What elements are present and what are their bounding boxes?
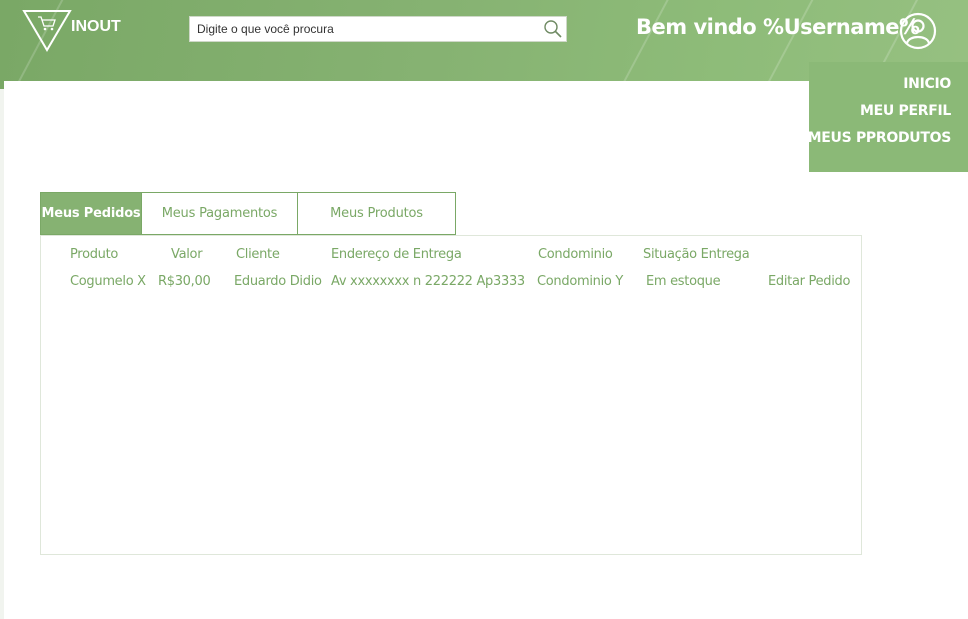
column-header-condominio: Condominio bbox=[538, 247, 613, 262]
welcome-message: Bem vindo %Username% bbox=[636, 15, 920, 39]
user-menu: INICIO MEU PERFIL MEUS PPRODUTOS bbox=[808, 62, 968, 172]
menu-item-meu-perfil[interactable]: MEU PERFIL bbox=[860, 103, 951, 119]
left-strip bbox=[0, 0, 4, 619]
column-header-produto: Produto bbox=[70, 247, 119, 262]
column-header-valor: Valor bbox=[171, 247, 203, 262]
column-header-cliente: Cliente bbox=[236, 247, 280, 262]
cell-valor: R$30,00 bbox=[158, 274, 211, 289]
cell-condominio: Condominio Y bbox=[537, 274, 624, 289]
header-decoration bbox=[602, 0, 680, 81]
tab-meus-pedidos[interactable]: Meus Pedidos bbox=[40, 192, 142, 235]
menu-item-inicio[interactable]: INICIO bbox=[903, 76, 951, 92]
search-box bbox=[189, 16, 567, 42]
cart-triangle-logo-icon bbox=[22, 10, 72, 52]
header-edge bbox=[0, 81, 4, 89]
search-input[interactable] bbox=[190, 17, 530, 41]
logo-text: INOUT bbox=[71, 18, 121, 35]
page: INOUT Bem vindo %Username% INICIO MEU PE… bbox=[0, 0, 968, 619]
column-header-endereco: Endereço de Entrega bbox=[331, 247, 462, 262]
user-avatar-icon[interactable] bbox=[899, 12, 937, 50]
cell-situacao: Em estoque bbox=[646, 274, 721, 289]
column-header-situacao: Situação Entrega bbox=[643, 247, 750, 262]
orders-panel: Produto Valor Cliente Endereço de Entreg… bbox=[40, 235, 862, 555]
tab-meus-produtos[interactable]: Meus Produtos bbox=[297, 192, 456, 235]
cell-cliente: Eduardo Didio bbox=[234, 274, 322, 289]
menu-item-meus-produtos[interactable]: MEUS PPRODUTOS bbox=[808, 130, 952, 146]
search-icon[interactable] bbox=[543, 19, 563, 39]
tab-meus-pagamentos[interactable]: Meus Pagamentos bbox=[141, 192, 298, 235]
cell-produto: Cogumelo X bbox=[70, 274, 146, 289]
logo[interactable]: INOUT bbox=[22, 10, 122, 54]
edit-order-link[interactable]: Editar Pedido bbox=[768, 274, 850, 289]
cell-endereco: Av xxxxxxxx n 222222 Ap3333 bbox=[331, 274, 525, 289]
